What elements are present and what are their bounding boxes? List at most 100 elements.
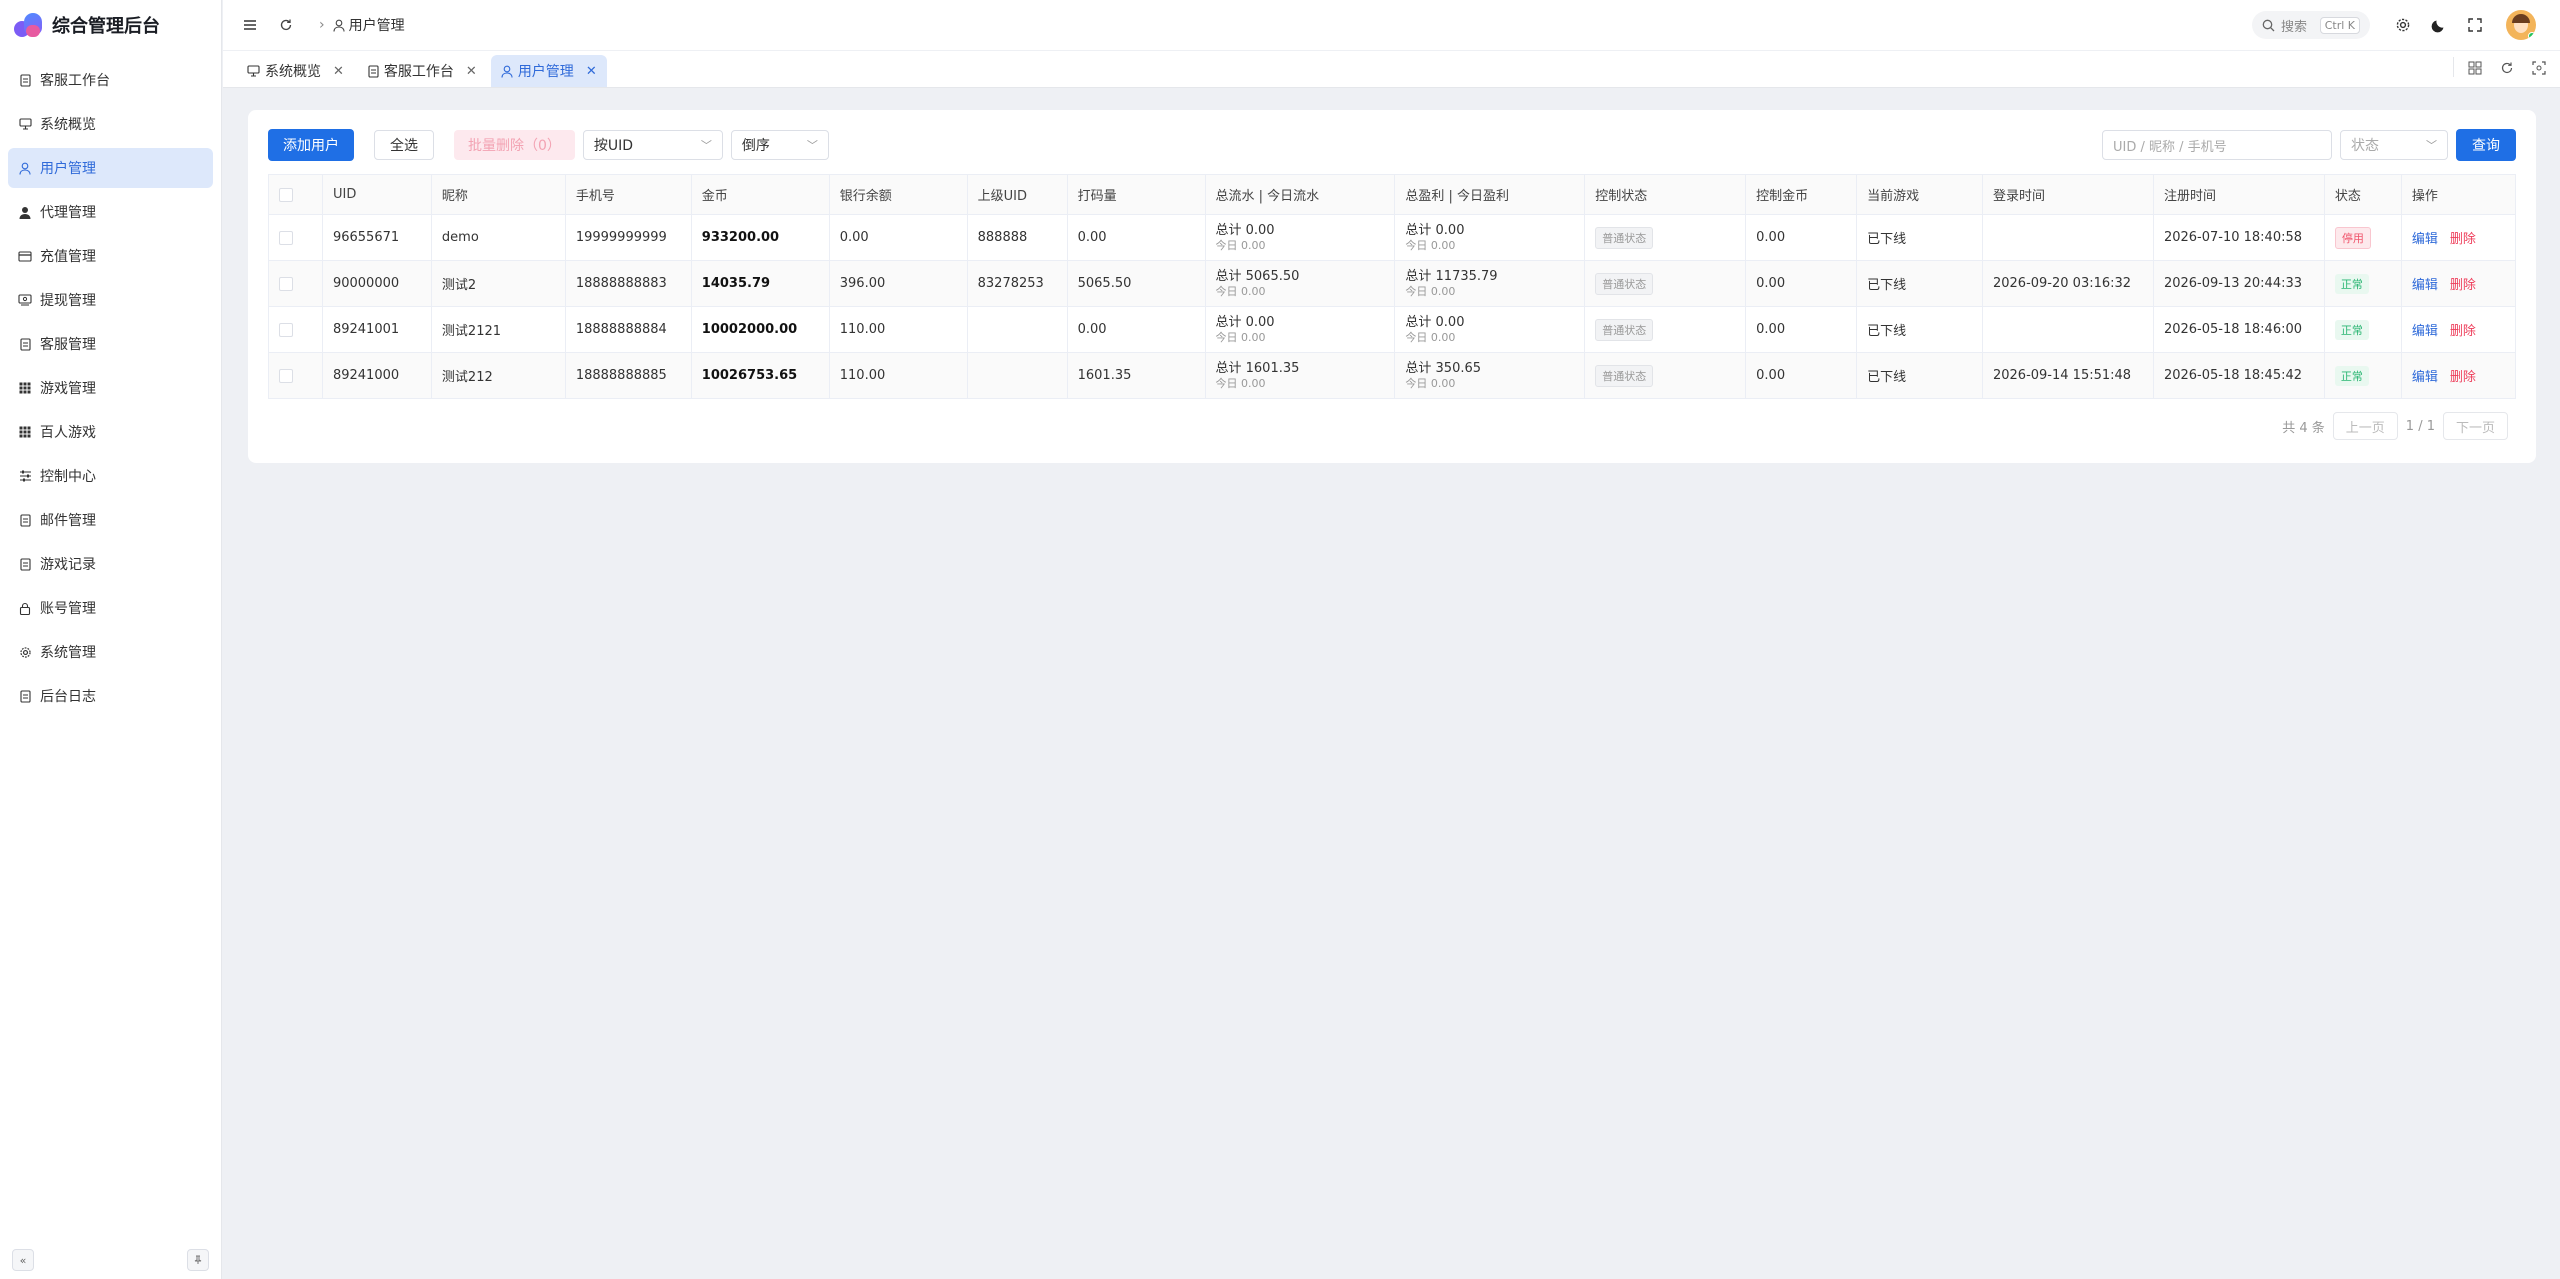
table-row[interactable]: 89241001 测试2121 18888888884 10002000.00 110.… [268, 306, 2517, 353]
refresh-tab-icon[interactable] [2496, 57, 2518, 79]
add-user-button[interactable]: 添加用户 [268, 129, 354, 161]
control-status-badge[interactable]: 普通状态 [1595, 226, 1654, 249]
cell-control: 普通状态 [1584, 214, 1747, 261]
sidebar-item[interactable]: 充值管理 [8, 236, 213, 276]
profit-total: 总计 0.00 [1405, 315, 1465, 330]
cell-register: 2026-07-10 18:40:58 [2152, 214, 2325, 261]
delete-link[interactable]: 删除 [2450, 278, 2476, 293]
gear-icon[interactable] [2392, 14, 2414, 36]
sidebar-item[interactable]: 账号管理 [8, 588, 213, 628]
refresh-icon[interactable] [275, 14, 297, 36]
cell-control-coins: 0.00 [1745, 306, 1858, 353]
checkbox[interactable] [279, 187, 293, 202]
column-header: 登录时间 [1981, 174, 2154, 215]
cell-bank: 396.00 [828, 260, 968, 307]
cell-register: 2026-05-18 18:45:42 [2152, 352, 2325, 399]
uid-value: 96655671 [332, 230, 400, 245]
next-page-button[interactable]: 下一页 [2442, 412, 2508, 440]
control-status-badge[interactable]: 普通状态 [1595, 272, 1654, 295]
search-input[interactable]: UID / 昵称 / 手机号 [2102, 130, 2332, 160]
cell-nickname: demo [430, 214, 566, 261]
uid-value: 89241001 [332, 322, 400, 337]
tab-user-management[interactable]: 用户管理 ✕ [490, 55, 607, 87]
global-search[interactable]: 搜索 Ctrl K [2252, 11, 2370, 39]
sidebar-item[interactable]: 邮件管理 [8, 500, 213, 540]
table-row[interactable]: 89241000 测试212 18888888885 10026753.65 110.0… [268, 352, 2517, 399]
row-checkbox-cell[interactable] [268, 260, 323, 307]
sort-order-select[interactable]: 倒序 ﹀ [730, 130, 829, 160]
profit-total: 总计 350.65 [1405, 361, 1482, 376]
delete-link[interactable]: 删除 [2450, 324, 2476, 339]
sidebar-item[interactable]: 百人游戏 [8, 412, 213, 452]
close-icon[interactable]: ✕ [466, 64, 477, 79]
maximize-icon[interactable] [2528, 57, 2550, 79]
delete-link[interactable]: 删除 [2450, 370, 2476, 385]
close-icon[interactable]: ✕ [586, 64, 597, 79]
grid-icon[interactable] [2464, 57, 2486, 79]
menu-toggle-icon[interactable] [239, 14, 261, 36]
checkbox[interactable] [279, 230, 293, 245]
avatar[interactable] [2506, 10, 2536, 40]
top-header: › 用户管理 搜索 Ctrl K [223, 0, 2560, 50]
fullscreen-icon[interactable] [2464, 14, 2486, 36]
query-button[interactable]: 查询 [2456, 129, 2516, 161]
batch-delete-button[interactable]: 批量删除（0） [454, 130, 575, 160]
search-icon [2262, 19, 2275, 32]
cell-bank: 110.00 [828, 352, 968, 399]
sidebar-item-label: 用户管理 [40, 161, 96, 177]
tab-actions [2445, 57, 2550, 79]
checkbox[interactable] [279, 368, 293, 383]
sort-field-select[interactable]: 按UID ﹀ [582, 130, 723, 160]
table-row[interactable]: 90000000 测试2 18888888883 14035.79 396.00 8327… [268, 260, 2517, 307]
row-checkbox-cell[interactable] [268, 352, 323, 399]
sidebar: 综合管理后台 客服工作台 系统概览 用户管理 代理管理 充值管理 提现管理 客服管理 游戏管理… [0, 0, 222, 1279]
sidebar-item[interactable]: 用户管理 [8, 148, 213, 188]
tab-label: 客服工作台 [383, 64, 454, 80]
cell-game: 已下线 [1856, 214, 1983, 261]
close-icon[interactable]: ✕ [333, 64, 344, 79]
sidebar-item[interactable]: 游戏管理 [8, 368, 213, 408]
row-checkbox-cell[interactable] [268, 306, 323, 353]
prev-page-button[interactable]: 上一页 [2332, 412, 2398, 440]
sidebar-item[interactable]: 游戏记录 [8, 544, 213, 584]
delete-link[interactable]: 删除 [2450, 232, 2476, 247]
checkbox[interactable] [279, 322, 293, 337]
sidebar-item[interactable]: 代理管理 [8, 192, 213, 232]
checkbox[interactable] [279, 276, 293, 291]
row-checkbox-cell[interactable] [268, 214, 323, 261]
edit-link[interactable]: 编辑 [2412, 232, 2438, 247]
control-status-badge[interactable]: 普通状态 [1595, 318, 1654, 341]
pin-icon[interactable] [187, 1249, 209, 1271]
doc-icon [18, 557, 32, 571]
tab-system-overview[interactable]: 系统概览 ✕ [237, 55, 354, 87]
sidebar-item[interactable]: 系统管理 [8, 632, 213, 672]
edit-link[interactable]: 编辑 [2412, 324, 2438, 339]
select-all-button[interactable]: 全选 [374, 130, 434, 160]
edit-link[interactable]: 编辑 [2412, 370, 2438, 385]
sort-order-value: 倒序 [741, 138, 770, 154]
sidebar-item[interactable]: 提现管理 [8, 280, 213, 320]
breadcrumb-current[interactable]: 用户管理 [349, 15, 405, 35]
sidebar-item-label: 提现管理 [40, 293, 96, 309]
dark-mode-icon[interactable] [2428, 14, 2450, 36]
sidebar-item[interactable]: 系统概览 [8, 104, 213, 144]
column-header: 昵称 [430, 174, 566, 215]
tab-service-workbench[interactable]: 客服工作台 ✕ [358, 55, 487, 87]
status-select[interactable]: 状态 ﹀ [2340, 130, 2448, 160]
collapse-sidebar-icon[interactable]: « [12, 1249, 34, 1271]
cell-flow: 总计 5065.50 今日 0.00 [1204, 260, 1396, 307]
sidebar-item[interactable]: 控制中心 [8, 456, 213, 496]
edit-link[interactable]: 编辑 [2412, 278, 2438, 293]
doc-icon [18, 337, 32, 351]
sidebar-item[interactable]: 客服管理 [8, 324, 213, 364]
grid-icon [18, 425, 32, 439]
cell-control: 普通状态 [1584, 352, 1747, 399]
gear-icon [18, 645, 32, 659]
sidebar-item[interactable]: 后台日志 [8, 676, 213, 716]
page-indicator: 1 / 1 [2405, 418, 2435, 434]
control-status-badge[interactable]: 普通状态 [1595, 364, 1654, 387]
header-checkbox-cell[interactable] [268, 174, 323, 215]
nickname-value: 测试2 [441, 278, 477, 293]
sidebar-item[interactable]: 客服工作台 [8, 60, 213, 100]
table-row[interactable]: 96655671 demo 19999999999 933200.00 0.00 8888… [268, 214, 2517, 261]
